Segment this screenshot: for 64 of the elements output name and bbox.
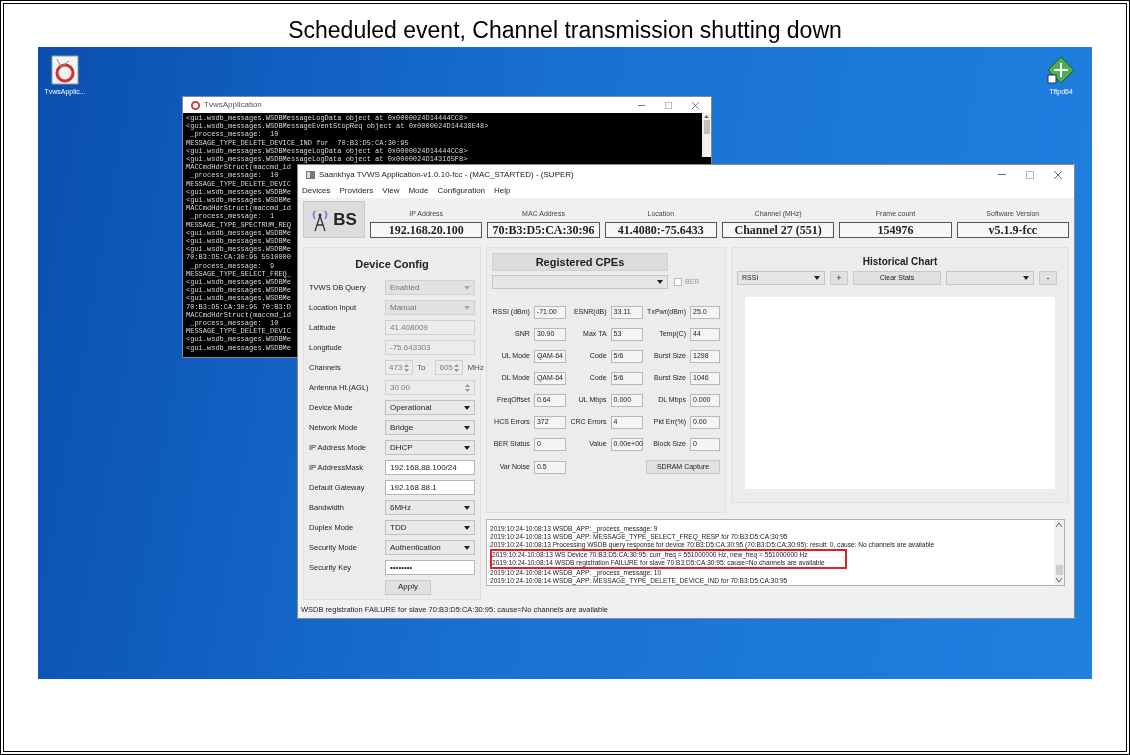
menu-item[interactable]: Providers	[339, 185, 374, 197]
close-icon[interactable]	[692, 101, 699, 109]
scrollbar-thumb[interactable]	[703, 120, 710, 134]
scrollbar-thumb[interactable]	[1055, 565, 1063, 575]
spin-arrows-icon	[404, 363, 409, 372]
logo-text: BS	[333, 208, 357, 231]
app-icon[interactable]	[51, 55, 79, 85]
menu-item[interactable]: View	[382, 185, 400, 197]
network-app-icon[interactable]	[1046, 55, 1076, 85]
window-title: Saankhya TVWS Application-v1.0.10-fcc - (MAC_STARTED) - (SUPER)	[319, 168, 574, 181]
scroll-up-icon[interactable]	[704, 115, 709, 118]
dropdown-caret-icon	[464, 285, 470, 290]
dropdown-caret-icon	[1023, 276, 1029, 280]
unit-label: MHz	[467, 361, 484, 374]
app-icon	[306, 170, 315, 179]
dropdown[interactable]: Bridge	[385, 420, 475, 435]
header-value: 41.4080:-75.6433	[604, 222, 717, 238]
dropdown[interactable]: Operational	[385, 400, 475, 415]
dropdown-caret-icon	[464, 405, 470, 410]
dropdown-caret-icon	[464, 545, 470, 550]
menu-item[interactable]: Devices	[302, 185, 331, 197]
apply-button[interactable]: Apply	[385, 579, 431, 595]
dropdown-caret-icon	[464, 305, 470, 310]
close-icon[interactable]	[1054, 170, 1062, 179]
header-value: 70:B3:D5:CA:30:96	[487, 222, 600, 238]
maximize-icon[interactable]	[665, 101, 672, 109]
dropdown[interactable]: DHCP	[385, 440, 475, 455]
input-field[interactable]: 192.168.88.1	[385, 480, 475, 495]
panel-title: Historical Chart	[861, 255, 939, 269]
spin-arrows-icon	[454, 363, 460, 372]
header-value: 154976	[839, 222, 952, 238]
spin-arrows-icon	[465, 383, 470, 392]
input-field[interactable]: ••••••••	[385, 560, 475, 575]
header-value: v5.1.9-fcc	[956, 222, 1069, 238]
dropdown-caret-icon	[464, 445, 470, 450]
dropdown-caret-icon	[814, 276, 820, 280]
range-separator: To	[417, 361, 426, 374]
app-icon	[191, 100, 200, 110]
menu-item[interactable]: Help	[494, 185, 511, 197]
dropdown[interactable]: 6MHz	[385, 500, 475, 515]
panel-title: Device Config	[354, 257, 430, 272]
window-title: TvwsApplication	[204, 99, 262, 111]
add-button[interactable]: +	[830, 271, 848, 285]
menu-item[interactable]: Mode	[408, 185, 429, 197]
minimize-icon[interactable]	[638, 104, 645, 106]
header-value: Channel 27 (551)	[722, 222, 835, 238]
scrollbar[interactable]	[702, 113, 711, 157]
header-value: 192.168.20.100	[370, 222, 483, 238]
dropdown[interactable]: Authentication	[385, 540, 475, 555]
dropdown-caret-icon	[657, 280, 663, 284]
panel-title: Registered CPEs	[492, 253, 668, 271]
scrollbar[interactable]	[1054, 520, 1064, 585]
maximize-icon[interactable]	[1026, 170, 1034, 179]
dropdown-caret-icon	[464, 525, 470, 530]
scroll-up-icon[interactable]	[1056, 523, 1062, 527]
dropdown-caret-icon	[464, 425, 470, 430]
dropdown[interactable]: TDD	[385, 520, 475, 535]
slide-title: Scheduled event, Channel transmission shutting down	[287, 16, 843, 43]
dropdown-caret-icon	[464, 505, 470, 510]
checkbox[interactable]	[674, 278, 682, 286]
input-field[interactable]: 192.168.88.100/24	[385, 460, 475, 475]
menu-item[interactable]: Configuration	[437, 185, 486, 197]
remove-button[interactable]: -	[1039, 271, 1057, 285]
scroll-down-icon[interactable]	[1056, 578, 1062, 582]
